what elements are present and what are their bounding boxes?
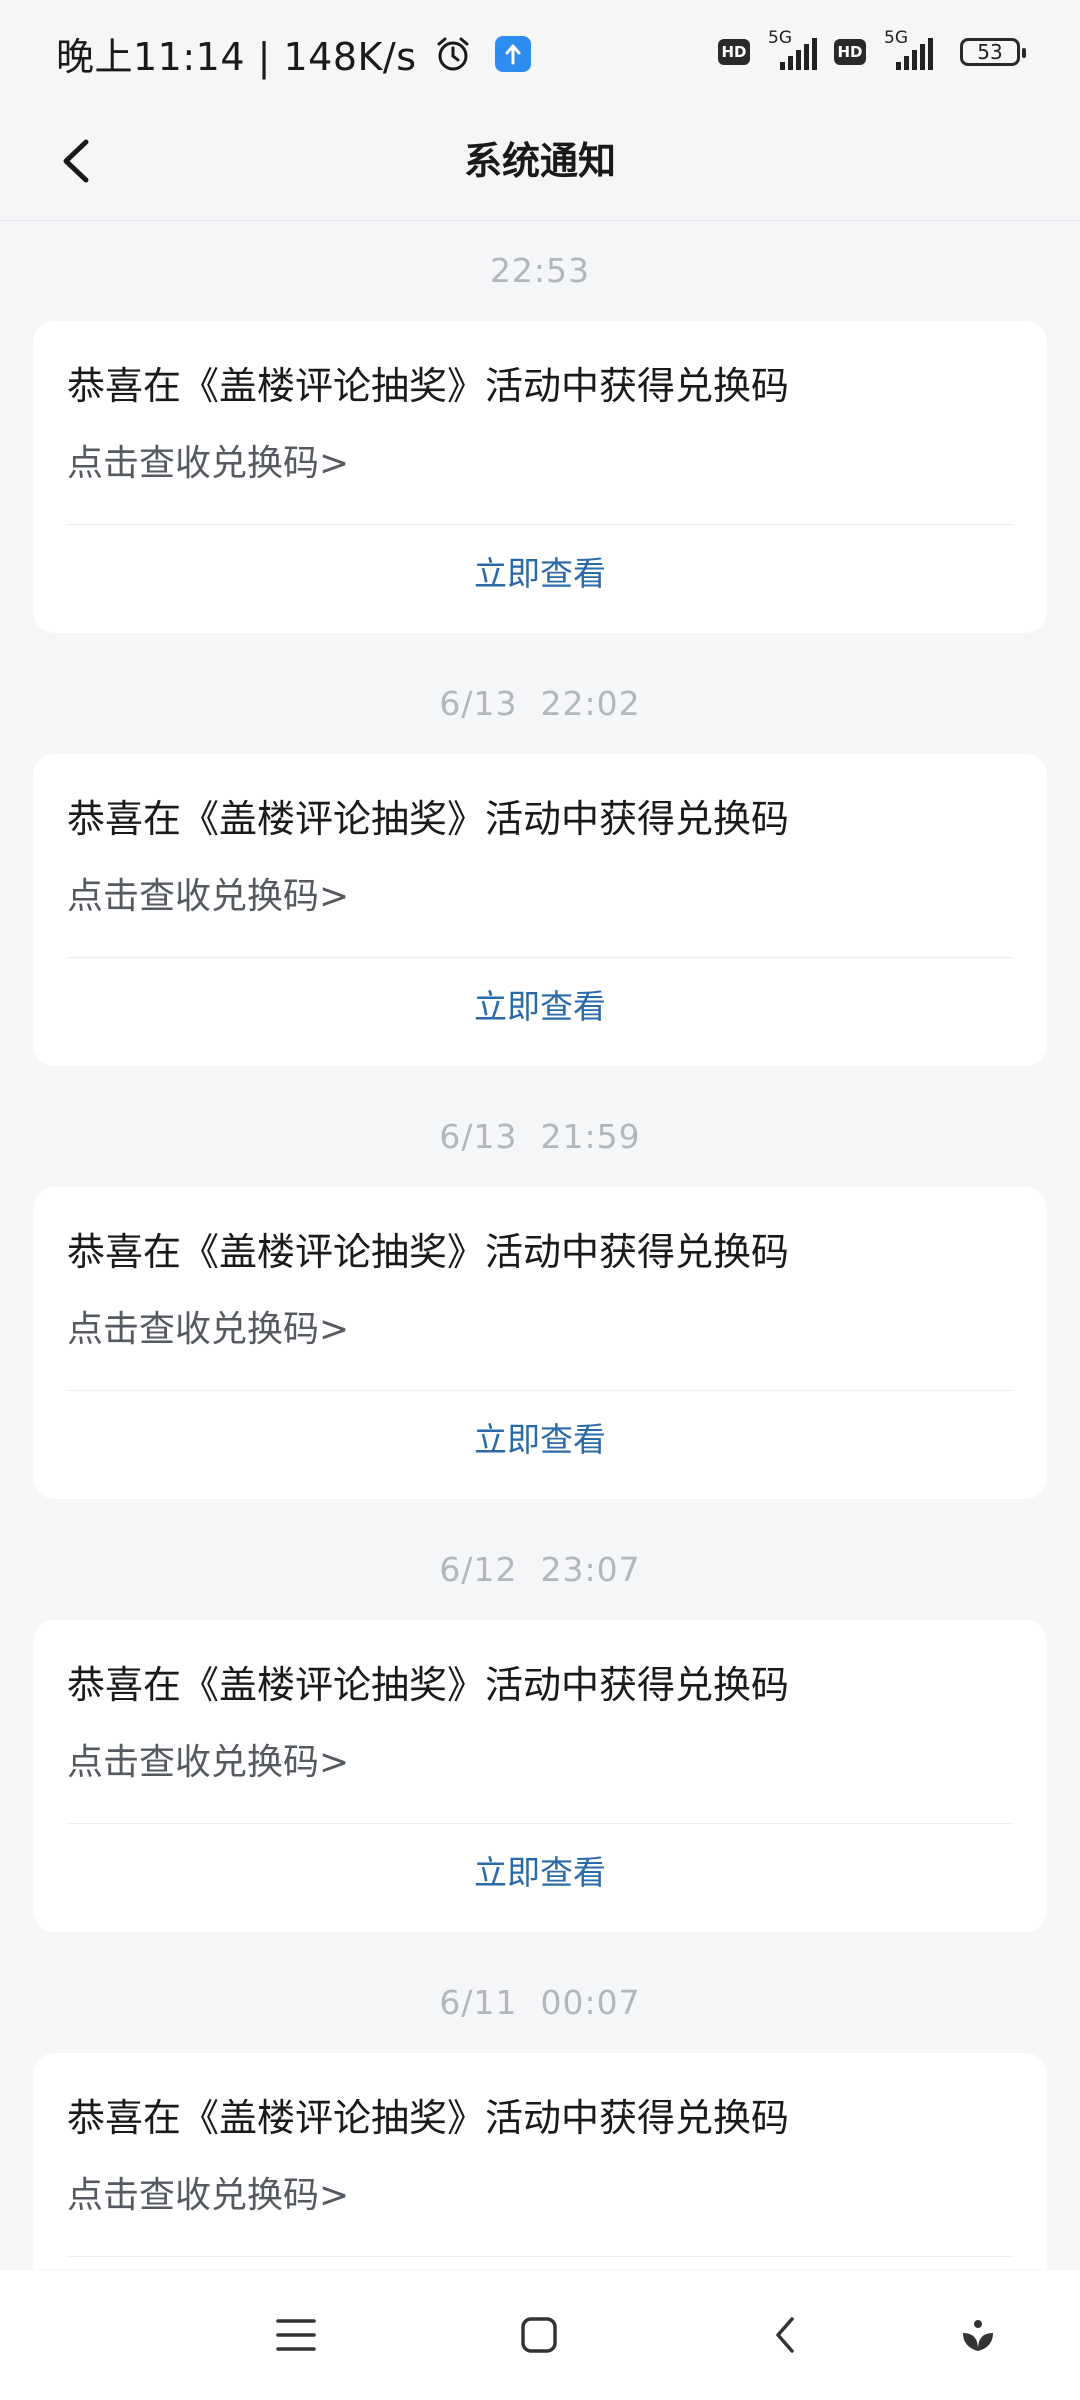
view-now-button[interactable]: 立即查看 [33, 1846, 1047, 1894]
notification-card[interactable]: 恭喜在《盖楼评论抽奖》活动中获得兑换码 点击查收兑换码> 立即查看 [33, 1187, 1047, 1499]
battery-icon: 53 [960, 38, 1026, 66]
notification-title: 恭喜在《盖楼评论抽奖》活动中获得兑换码 [67, 1230, 790, 1274]
notification-timestamp: 22:53 [489, 251, 591, 290]
page-title: 系统通知 [463, 139, 616, 183]
card-divider [67, 957, 1013, 958]
view-now-button[interactable]: 立即查看 [33, 980, 1047, 1028]
notification-title: 恭喜在《盖楼评论抽奖》活动中获得兑换码 [67, 364, 790, 408]
menu-icon[interactable] [266, 2305, 326, 2365]
status-time: 晚上11:14 | 148K/s [56, 35, 417, 79]
notification-item: 22:53 恭喜在《盖楼评论抽奖》活动中获得兑换码 点击查收兑换码> 立即查看 [0, 221, 1080, 654]
home-square-icon[interactable] [509, 2305, 569, 2365]
assistant-icon[interactable] [948, 2305, 1008, 2365]
notification-list[interactable]: 22:53 恭喜在《盖楼评论抽奖》活动中获得兑换码 点击查收兑换码> 立即查看 … [0, 221, 1080, 2269]
card-divider [67, 524, 1013, 525]
notification-timestamp: 6/12 23:07 [439, 1550, 641, 1589]
alarm-clock-icon [437, 37, 469, 70]
notification-card[interactable]: 恭喜在《盖楼评论抽奖》活动中获得兑换码 点击查收兑换码> [33, 2053, 1047, 2269]
hd-icon: HD [718, 39, 750, 65]
status-left: 晚上11:14 | 148K/s [56, 26, 531, 81]
notification-subtitle-link[interactable]: 点击查收兑换码> [67, 1733, 349, 1785]
notification-timestamp: 6/13 21:59 [439, 1117, 641, 1156]
notification-card[interactable]: 恭喜在《盖楼评论抽奖》活动中获得兑换码 点击查收兑换码> 立即查看 [33, 754, 1047, 1066]
notification-title: 恭喜在《盖楼评论抽奖》活动中获得兑换码 [67, 1663, 790, 1707]
status-right: HD 5G HD 5G 53 [718, 28, 1026, 74]
notification-item: 6/13 21:59 恭喜在《盖楼评论抽奖》活动中获得兑换码 点击查收兑换码> … [0, 1087, 1080, 1520]
notification-card[interactable]: 恭喜在《盖楼评论抽奖》活动中获得兑换码 点击查收兑换码> 立即查看 [33, 1620, 1047, 1932]
status-bar: 晚上11:14 | 148K/s HD 5G HD 5G 53 [0, 0, 1080, 104]
upload-app-icon [494, 35, 531, 72]
header: 系统通知 [0, 104, 1080, 221]
notification-item: 6/12 23:07 恭喜在《盖楼评论抽奖》活动中获得兑换码 点击查收兑换码> … [0, 1520, 1080, 1953]
battery-level: 53 [977, 40, 1003, 64]
notification-title: 恭喜在《盖楼评论抽奖》活动中获得兑换码 [67, 2096, 790, 2140]
notification-card[interactable]: 恭喜在《盖楼评论抽奖》活动中获得兑换码 点击查收兑换码> 立即查看 [33, 321, 1047, 633]
notification-subtitle-link[interactable]: 点击查收兑换码> [67, 434, 349, 486]
notification-timestamp: 6/11 00:07 [439, 1983, 641, 2022]
view-now-button[interactable]: 立即查看 [33, 547, 1047, 595]
card-divider [67, 1823, 1013, 1824]
card-divider [67, 2256, 1013, 2257]
notification-subtitle-link[interactable]: 点击查收兑换码> [67, 1300, 349, 1352]
notification-subtitle-link[interactable]: 点击查收兑换码> [67, 867, 349, 919]
notification-item: 6/13 22:02 恭喜在《盖楼评论抽奖》活动中获得兑换码 点击查收兑换码> … [0, 654, 1080, 1087]
notification-item: 6/11 00:07 恭喜在《盖楼评论抽奖》活动中获得兑换码 点击查收兑换码> [0, 1953, 1080, 2269]
notification-timestamp: 6/13 22:02 [439, 684, 641, 723]
notification-subtitle-link[interactable]: 点击查收兑换码> [67, 2166, 349, 2218]
signal-icon-2: 5G [878, 28, 938, 74]
card-divider [67, 1390, 1013, 1391]
nav-back-icon[interactable] [755, 2305, 815, 2365]
system-nav-bar [0, 2270, 1080, 2400]
signal-icon: 5G [762, 28, 822, 74]
notification-title: 恭喜在《盖楼评论抽奖》活动中获得兑换码 [67, 797, 790, 841]
hd-icon-2: HD [834, 39, 866, 65]
view-now-button[interactable]: 立即查看 [33, 1413, 1047, 1461]
